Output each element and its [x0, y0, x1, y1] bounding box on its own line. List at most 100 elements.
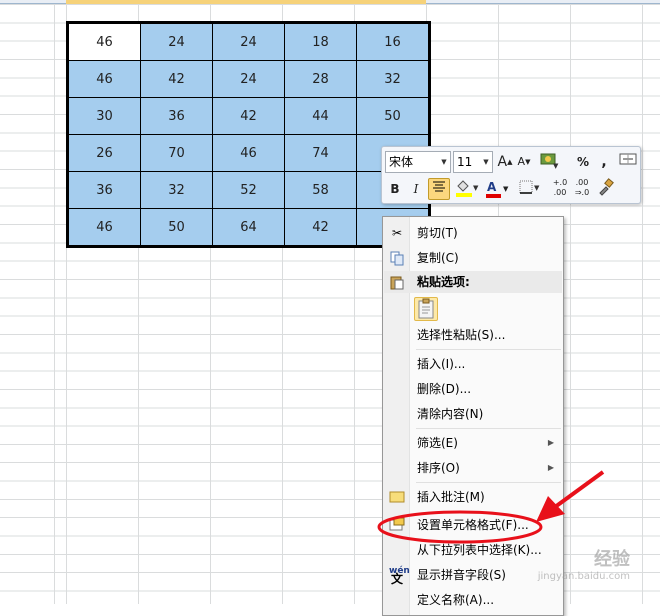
data-table: 4624241816464224283230364244502670467454… — [68, 23, 429, 246]
shrink-font-button[interactable]: A▼ — [516, 151, 532, 173]
cell[interactable]: 36 — [68, 171, 141, 209]
menu-item-format-cells[interactable]: 设置单元格格式(F)... — [384, 514, 562, 536]
shrink-font-icon: A — [517, 155, 526, 168]
percent-style-button[interactable]: % — [575, 151, 591, 173]
cell[interactable]: 26 — [68, 134, 141, 172]
cell[interactable]: 50 — [356, 97, 429, 135]
menu-item-paste-options: 粘贴选项: — [384, 271, 562, 293]
menu-separator — [416, 482, 561, 483]
cell[interactable]: 64 — [212, 208, 285, 246]
align-center-button[interactable] — [428, 178, 450, 200]
menu-item-pick-from-list[interactable]: 从下拉列表中选择(K)... — [384, 539, 562, 561]
borders-button[interactable]: ▼ — [518, 178, 542, 200]
bold-icon: B — [390, 182, 400, 196]
chevron-down-icon: ▼ — [483, 158, 489, 166]
table-row: 3632525846 — [68, 171, 429, 209]
paste-clipboard-button[interactable] — [414, 297, 438, 321]
cell[interactable]: 44 — [284, 97, 357, 135]
borders-icon: ▼ — [519, 180, 540, 194]
font-color-button[interactable]: A ▼ — [484, 178, 510, 200]
context-menu: ✂ 剪切(T) 复制(C) 粘贴选项: 选择性粘贴(S)... 插入(I)...… — [382, 216, 564, 616]
cell[interactable]: 32 — [356, 60, 429, 98]
cell[interactable]: 42 — [212, 97, 285, 135]
table-row: 46 42 24 28 32 — [68, 60, 429, 98]
cell[interactable]: 30 — [68, 97, 141, 135]
cell[interactable]: 46 — [68, 23, 141, 61]
menu-item-label: 从下拉列表中选择(K)... — [417, 543, 542, 557]
menu-item-label: 插入(I)... — [417, 357, 466, 371]
cell[interactable]: 74 — [284, 134, 357, 172]
italic-button[interactable]: I — [407, 178, 425, 200]
menu-item-label: 筛选(E) — [417, 436, 458, 450]
increase-decimal-button[interactable]: +.0.00 — [550, 178, 570, 200]
fill-color-button[interactable]: ▼ — [454, 178, 480, 200]
cell[interactable]: 24 — [212, 23, 285, 61]
format-painter-button[interactable] — [596, 178, 616, 200]
grow-font-button[interactable]: A▲ — [497, 151, 513, 173]
comment-icon — [389, 489, 405, 505]
table-row: 2670467454 — [68, 134, 429, 172]
menu-item-label: 排序(O) — [417, 461, 460, 475]
menu-item-show-phonetic[interactable]: wén 文 显示拼音字段(S) — [384, 564, 562, 586]
accounting-format-icon: ▼ — [540, 153, 559, 170]
cell[interactable]: 24 — [140, 23, 213, 61]
menu-item-label: 剪切(T) — [417, 226, 458, 240]
menu-separator — [416, 349, 561, 350]
cell[interactable]: 28 — [284, 60, 357, 98]
copy-icon — [389, 250, 405, 266]
italic-icon: I — [413, 182, 419, 196]
menu-item-paste-special[interactable]: 选择性粘贴(S)... — [384, 324, 562, 346]
align-center-icon — [433, 181, 445, 192]
cell[interactable]: 46 — [68, 208, 141, 246]
menu-item-insert[interactable]: 插入(I)... — [384, 353, 562, 375]
cell[interactable]: 46 — [68, 60, 141, 98]
svg-text:▼: ▼ — [473, 184, 479, 192]
clipboard-icon — [418, 298, 434, 319]
decrease-decimal-button[interactable]: .00 ⇒.0 — [572, 178, 592, 200]
format-painter-top-button[interactable] — [618, 151, 638, 173]
scissors-icon: ✂ — [391, 226, 403, 240]
cell[interactable]: 18 — [284, 23, 357, 61]
menu-item-cut[interactable]: ✂ 剪切(T) — [384, 222, 562, 244]
comma-style-button[interactable]: , — [598, 151, 610, 173]
cell[interactable]: 36 — [140, 97, 213, 135]
comma-icon: , — [601, 154, 607, 170]
menu-item-delete[interactable]: 删除(D)... — [384, 378, 562, 400]
menu-item-clear-contents[interactable]: 清除内容(N) — [384, 403, 562, 425]
svg-text:▼: ▼ — [534, 184, 540, 192]
submenu-arrow-icon: ▶ — [547, 463, 554, 472]
font-name-combo[interactable]: 宋体 ▼ — [385, 151, 451, 173]
menu-item-filter[interactable]: 筛选(E) ▶ — [384, 432, 562, 454]
grow-font-icon: A — [497, 154, 508, 170]
menu-item-label: 显示拼音字段(S) — [417, 568, 506, 582]
font-size-combo[interactable]: 11 ▼ — [453, 151, 493, 173]
accounting-format-button[interactable]: ▼ — [539, 151, 561, 173]
cell[interactable]: 42 — [140, 60, 213, 98]
cell[interactable]: 50 — [140, 208, 213, 246]
fill-bucket-icon: ▼ — [456, 180, 479, 197]
cell[interactable]: 46 — [212, 134, 285, 172]
cell[interactable]: 32 — [140, 171, 213, 209]
selected-range[interactable]: 4624241816464224283230364244502670467454… — [66, 21, 431, 248]
menu-item-label: 定义名称(A)... — [417, 593, 495, 607]
bold-button[interactable]: B — [386, 178, 404, 200]
increase-decimal-icon: +.0 — [552, 178, 568, 187]
font-name-value: 宋体 — [389, 155, 414, 169]
menu-item-sort[interactable]: 排序(O) ▶ — [384, 457, 562, 479]
menu-item-label: 设置单元格格式(F)... — [417, 518, 529, 532]
cell[interactable]: 16 — [356, 23, 429, 61]
cell[interactable]: 52 — [212, 171, 285, 209]
menu-item-define-name[interactable]: 定义名称(A)... — [384, 589, 562, 611]
format-cells-icon — [389, 517, 405, 533]
chevron-down-icon: ▼ — [441, 158, 447, 166]
font-color-swatch — [486, 194, 501, 198]
percent-icon: % — [576, 155, 590, 169]
cell[interactable]: 70 — [140, 134, 213, 172]
menu-item-copy[interactable]: 复制(C) — [384, 247, 562, 269]
cell[interactable]: 58 — [284, 171, 357, 209]
font-size-value: 11 — [457, 155, 473, 169]
menu-item-insert-comment[interactable]: 插入批注(M) — [384, 486, 562, 508]
svg-text:▼: ▼ — [553, 162, 559, 169]
cell[interactable]: 24 — [212, 60, 285, 98]
cell[interactable]: 42 — [284, 208, 357, 246]
